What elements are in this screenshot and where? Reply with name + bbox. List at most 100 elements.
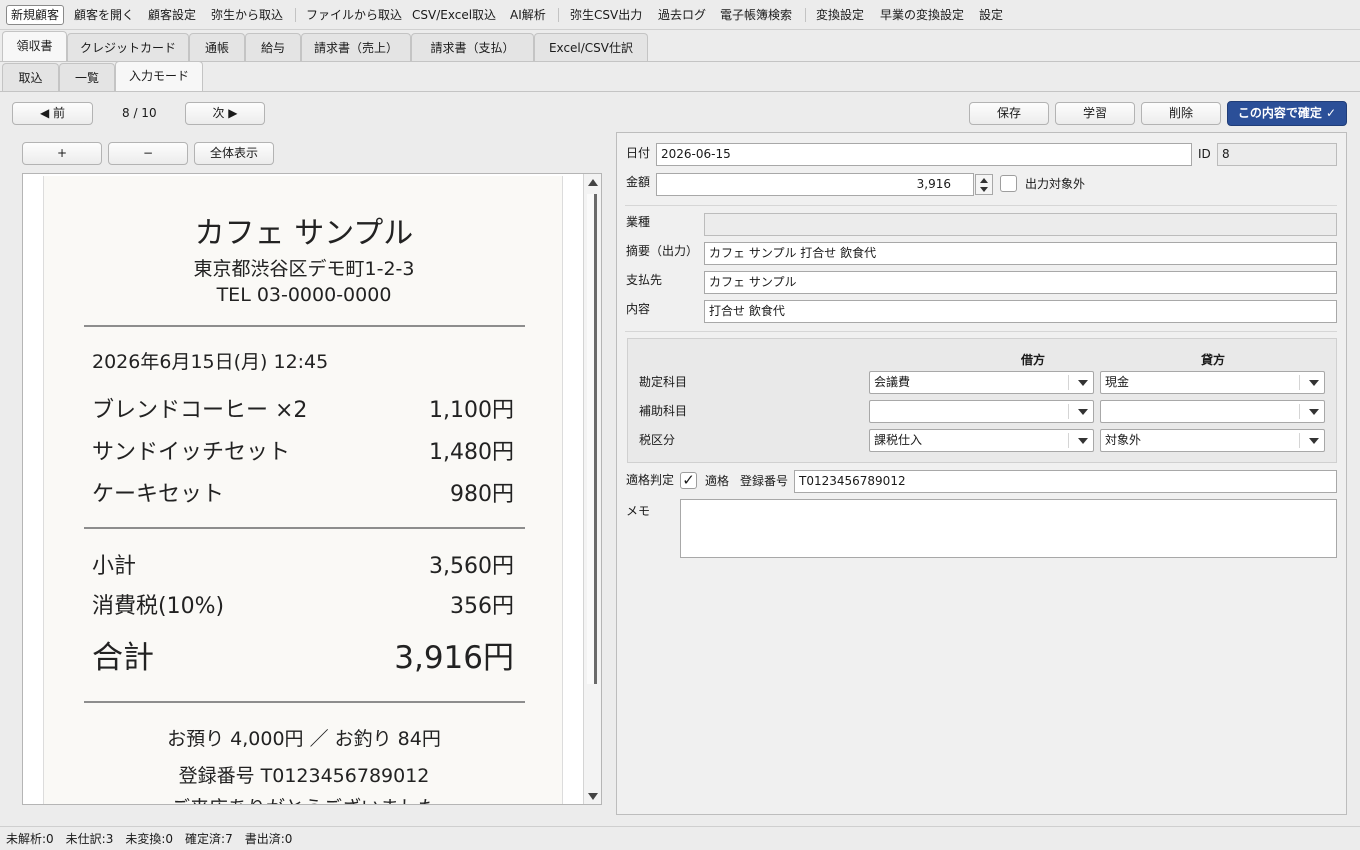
registration-number-field[interactable]: T0123456789012 <box>794 470 1337 493</box>
subtab-list[interactable]: 一覧 <box>59 63 115 91</box>
next-button[interactable]: 次 ▶ <box>185 102 265 125</box>
memo-textarea[interactable] <box>680 499 1337 558</box>
receipt-tax: 356円 <box>450 594 514 619</box>
payee-field[interactable]: カフェ サンプル <box>704 271 1337 294</box>
fit-view-button[interactable]: 全体表示 <box>194 142 274 165</box>
zoom-out-button[interactable]: − <box>108 142 188 165</box>
id-field: 8 <box>1217 143 1337 166</box>
credit-tax-select[interactable]: 対象外 <box>1100 429 1325 452</box>
menu-separator <box>295 8 296 22</box>
chevron-down-icon <box>1078 409 1088 415</box>
debit-header: 借方 <box>1020 353 1045 367</box>
form-divider <box>625 205 1337 206</box>
credit-sub-account-select[interactable] <box>1100 400 1325 423</box>
zoom-in-button[interactable]: + <box>22 142 102 165</box>
debit-account-select[interactable]: 会議費 <box>869 371 1094 394</box>
receipt-tax-label: 消費税(10%) <box>92 594 225 619</box>
receipt-item-name: サンドイッチセット <box>92 440 291 465</box>
menu-separator <box>558 8 559 22</box>
tab-passbook[interactable]: 通帳 <box>189 33 245 61</box>
menu-export-yayoi-csv[interactable]: 弥生CSV出力 <box>570 6 642 24</box>
menu-customer-settings[interactable]: 顧客設定 <box>148 6 196 24</box>
menu-import-yayoi[interactable]: 弥生から取込 <box>211 6 283 24</box>
stepper-down-icon[interactable] <box>980 187 988 192</box>
delete-button[interactable]: 削除 <box>1141 102 1221 125</box>
amount-label: 金額 <box>626 175 651 189</box>
menu-settings[interactable]: 設定 <box>979 6 1003 24</box>
debit-account-value: 会議費 <box>874 375 911 389</box>
content-field[interactable]: 打合せ 飲食代 <box>704 300 1337 323</box>
receipt-datetime: 2026年6月15日(月) 12:45 <box>92 351 329 373</box>
credit-account-select[interactable]: 現金 <box>1100 371 1325 394</box>
menu-new-customer[interactable]: 新規顧客 <box>6 5 65 25</box>
receipt-divider <box>84 325 525 327</box>
receipt-divider <box>84 701 525 703</box>
tab-credit-card[interactable]: クレジットカード <box>67 33 189 61</box>
qualified-checkbox[interactable]: ✓ <box>680 472 697 489</box>
scroll-thumb[interactable] <box>587 194 597 684</box>
exclude-output-label: 出力対象外 <box>1025 177 1086 191</box>
subtab-input-mode[interactable]: 入力モード <box>115 61 203 91</box>
debit-tax-select[interactable]: 課税仕入 <box>869 429 1094 452</box>
chevron-down-icon <box>1309 380 1319 386</box>
menu-ebook-search[interactable]: 電子帳簿検索 <box>720 6 792 24</box>
menu-import-file[interactable]: ファイルから取込 <box>306 6 402 24</box>
menu-ai-analysis[interactable]: AI解析 <box>510 6 546 24</box>
industry-field <box>704 213 1337 236</box>
tab-receipt[interactable]: 領収書 <box>2 31 67 61</box>
receipt-divider <box>84 527 525 529</box>
receipt-address: 東京都渋谷区デモ町1-2-3 <box>193 258 415 280</box>
receipt-total-label: 合計 <box>92 640 154 676</box>
date-field[interactable]: 2026-06-15 <box>656 143 1192 166</box>
summary-label: 摘要（出力） <box>626 244 699 258</box>
account-label: 勘定科目 <box>639 375 688 389</box>
credit-account-value: 現金 <box>1105 375 1130 389</box>
learn-button[interactable]: 学習 <box>1055 102 1135 125</box>
receipt-item-price: 1,480円 <box>429 440 514 465</box>
form-divider <box>625 331 1337 332</box>
menu-open-customer[interactable]: 顧客を開く <box>74 6 134 24</box>
industry-label: 業種 <box>626 215 651 229</box>
debit-sub-account-select[interactable] <box>869 400 1094 423</box>
chevron-down-icon <box>1078 438 1088 444</box>
save-button[interactable]: 保存 <box>969 102 1049 125</box>
menu-history-log[interactable]: 過去ログ <box>658 6 706 24</box>
receipt-scrollbar[interactable] <box>583 174 601 804</box>
payee-label: 支払先 <box>626 273 663 287</box>
tab-excel-csv-journal[interactable]: Excel/CSV仕訳 <box>534 33 648 61</box>
registration-number-label: 登録番号 <box>740 474 789 488</box>
menu-conversion-settings[interactable]: 変換設定 <box>816 6 864 24</box>
amount-field[interactable]: 3,916 <box>656 173 974 196</box>
exclude-output-checkbox[interactable] <box>1000 175 1017 192</box>
tab-invoice-payment[interactable]: 請求書（支払） <box>411 33 534 61</box>
receipt-change-line: お預り 4,000円 ／ お釣り 84円 <box>167 728 441 750</box>
scroll-up-arrow-icon[interactable] <box>588 179 598 186</box>
entry-form-panel: 日付 2026-06-15 ID 8 金額 3,916 出力対象外 業種 摘要（… <box>616 132 1347 815</box>
receipt-viewer[interactable]: カフェ サンプル 東京都渋谷区デモ町1-2-3 TEL 03-0000-0000… <box>22 173 602 805</box>
receipt-subtotal: 3,560円 <box>429 554 514 579</box>
amount-stepper[interactable] <box>975 174 993 195</box>
confirm-button[interactable]: この内容で確定 ✓ <box>1227 101 1347 126</box>
tab-salary[interactable]: 給与 <box>245 33 301 61</box>
receipt-item-price: 980円 <box>450 482 514 507</box>
qualified-judgement-label: 適格判定 <box>626 473 675 487</box>
date-label: 日付 <box>626 146 651 160</box>
tab-invoice-sales[interactable]: 請求書（売上） <box>301 33 411 61</box>
journal-entry-box: 借方 貸方 勘定科目 会議費 現金 補助科目 税区分 課税仕入 対象外 <box>627 338 1337 463</box>
menu-hayawaza-settings[interactable]: 早業の変換設定 <box>880 6 964 24</box>
sub-account-label: 補助科目 <box>639 404 688 418</box>
scroll-down-arrow-icon[interactable] <box>588 793 598 800</box>
content-label: 内容 <box>626 302 651 316</box>
summary-field[interactable]: カフェ サンプル 打合せ 飲食代 <box>704 242 1337 265</box>
credit-header: 貸方 <box>1200 353 1225 367</box>
stepper-up-icon[interactable] <box>980 178 988 183</box>
debit-tax-value: 課税仕入 <box>874 433 923 447</box>
receipt-image: カフェ サンプル 東京都渋谷区デモ町1-2-3 TEL 03-0000-0000… <box>43 176 563 804</box>
subtab-import[interactable]: 取込 <box>2 63 59 91</box>
chevron-down-icon <box>1078 380 1088 386</box>
menu-separator <box>805 8 806 22</box>
menu-import-csv-excel[interactable]: CSV/Excel取込 <box>412 6 496 24</box>
receipt-total: 3,916円 <box>394 640 514 676</box>
prev-button[interactable]: ◀ 前 <box>12 102 93 125</box>
chevron-down-icon <box>1309 409 1319 415</box>
